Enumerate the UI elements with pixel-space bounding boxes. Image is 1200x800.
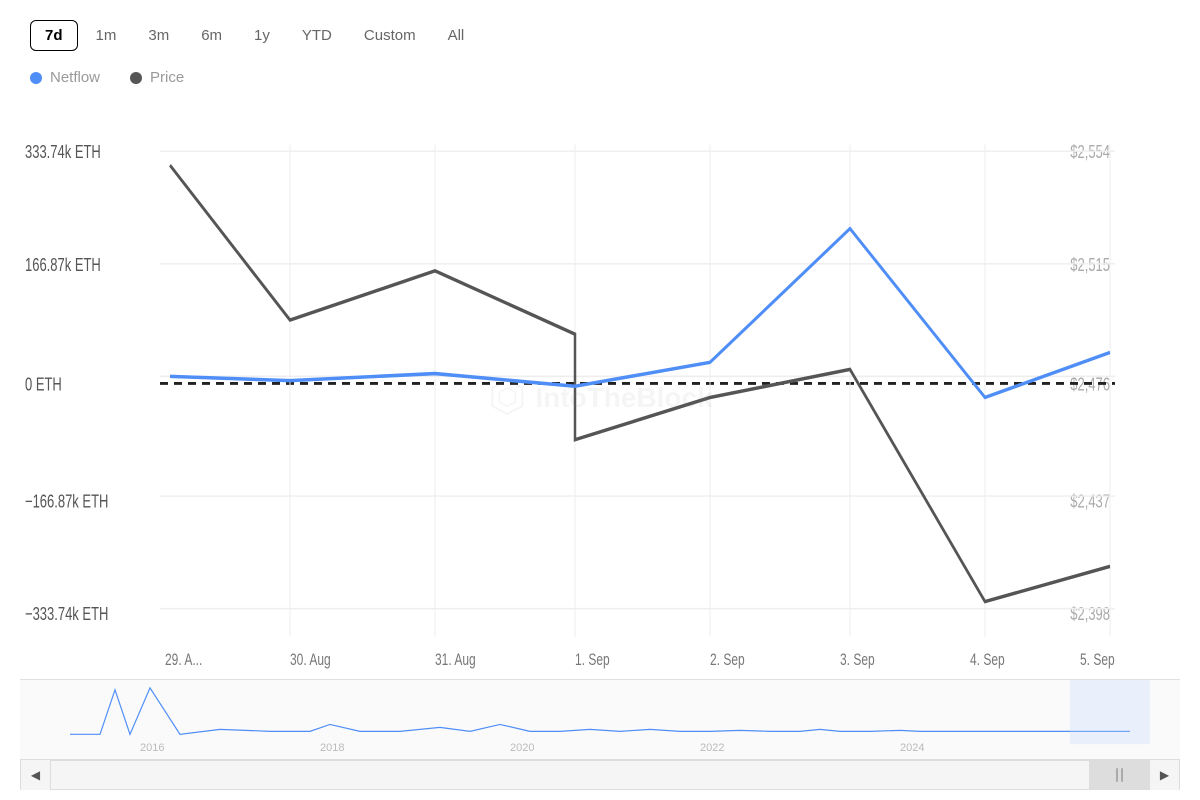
price-dot <box>130 72 142 84</box>
mini-chart-svg: 2016 2018 2020 2022 2024 <box>20 680 1180 759</box>
svg-text:5. Sep: 5. Sep <box>1080 651 1115 669</box>
svg-text:2024: 2024 <box>900 742 924 754</box>
scrollbar[interactable]: ◀ ▶ <box>20 760 1180 790</box>
mini-chart: 2016 2018 2020 2022 2024 <box>20 680 1180 760</box>
svg-text:0 ETH: 0 ETH <box>25 375 62 395</box>
svg-text:30. Aug: 30. Aug <box>290 651 331 669</box>
time-btn-all[interactable]: All <box>434 21 479 50</box>
time-btn-6m[interactable]: 6m <box>187 21 236 50</box>
svg-text:$2,398: $2,398 <box>1070 605 1110 625</box>
svg-text:−333.74k ETH: −333.74k ETH <box>25 605 108 625</box>
time-btn-7d[interactable]: 7d <box>30 20 78 51</box>
svg-text:2016: 2016 <box>140 742 164 754</box>
netflow-dot <box>30 72 42 84</box>
chart-legend: Netflow Price <box>20 69 1180 86</box>
svg-text:−166.87k ETH: −166.87k ETH <box>25 492 108 512</box>
svg-text:2020: 2020 <box>510 742 534 754</box>
scroll-handle <box>1116 768 1123 782</box>
svg-text:29. A...: 29. A... <box>165 651 202 669</box>
scroll-right-button[interactable]: ▶ <box>1149 760 1179 790</box>
scroll-left-button[interactable]: ◀ <box>21 760 51 790</box>
svg-text:166.87k ETH: 166.87k ETH <box>25 256 101 276</box>
time-btn-3m[interactable]: 3m <box>134 21 183 50</box>
svg-text:$2,515: $2,515 <box>1070 256 1110 276</box>
svg-text:$2,476: $2,476 <box>1070 375 1110 395</box>
price-label: Price <box>150 69 184 86</box>
scroll-thumb[interactable] <box>1089 761 1149 789</box>
svg-text:2. Sep: 2. Sep <box>710 651 745 669</box>
legend-netflow: Netflow <box>30 69 100 86</box>
time-btn-ytd[interactable]: YTD <box>288 21 346 50</box>
netflow-label: Netflow <box>50 69 100 86</box>
scroll-track <box>51 761 1149 789</box>
main-chart-svg: 333.74k ETH 166.87k ETH 0 ETH −166.87k E… <box>20 116 1180 679</box>
svg-text:3. Sep: 3. Sep <box>840 651 875 669</box>
svg-text:$2,437: $2,437 <box>1070 492 1110 512</box>
main-chart: IntoTheBlock 333.74k ETH 166.87k ETH 0 E… <box>20 116 1180 680</box>
time-btn-custom[interactable]: Custom <box>350 21 430 50</box>
svg-text:333.74k ETH: 333.74k ETH <box>25 143 101 163</box>
main-container: 7d1m3m6m1yYTDCustomAll Netflow Price Int… <box>0 0 1200 800</box>
legend-price: Price <box>130 69 184 86</box>
time-btn-1m[interactable]: 1m <box>82 21 131 50</box>
time-range-bar: 7d1m3m6m1yYTDCustomAll <box>20 20 1180 51</box>
svg-text:2018: 2018 <box>320 742 344 754</box>
chart-wrapper: IntoTheBlock 333.74k ETH 166.87k ETH 0 E… <box>20 116 1180 790</box>
svg-text:$2,554: $2,554 <box>1070 143 1110 163</box>
svg-text:4. Sep: 4. Sep <box>970 651 1005 669</box>
svg-text:2022: 2022 <box>700 742 724 754</box>
svg-text:31. Aug: 31. Aug <box>435 651 476 669</box>
svg-text:1. Sep: 1. Sep <box>575 651 610 669</box>
time-btn-1y[interactable]: 1y <box>240 21 284 50</box>
